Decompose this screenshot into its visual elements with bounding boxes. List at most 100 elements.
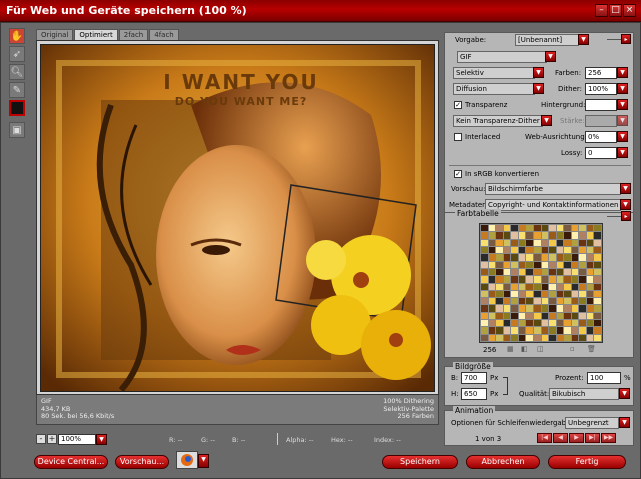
palette-swatch[interactable] — [586, 312, 594, 320]
palette-swatch[interactable] — [488, 246, 496, 254]
palette-swatch[interactable] — [586, 225, 594, 232]
palette-swatch[interactable] — [579, 268, 586, 276]
palette-swatch[interactable] — [549, 261, 556, 268]
format-dropdown-icon[interactable]: ▼ — [545, 51, 556, 62]
palette-swatch[interactable] — [564, 232, 571, 239]
palette-swatch[interactable] — [496, 283, 503, 290]
palette-swatch[interactable] — [571, 276, 579, 283]
websnap-field[interactable]: 0% — [585, 131, 617, 143]
palette-swatch[interactable] — [564, 305, 571, 312]
palette-swatch[interactable] — [556, 232, 564, 239]
color-palette-grid[interactable] — [479, 223, 603, 343]
palette-swatch[interactable] — [556, 327, 564, 334]
palette-swatch[interactable] — [496, 276, 503, 283]
map-color-icon[interactable]: ▦ — [507, 345, 514, 353]
palette-swatch[interactable] — [579, 225, 586, 232]
palette-swatch[interactable] — [518, 312, 526, 320]
palette-swatch[interactable] — [564, 334, 571, 341]
palette-swatch[interactable] — [511, 320, 518, 327]
palette-swatch[interactable] — [511, 290, 518, 298]
new-color-icon[interactable]: ▫ — [570, 345, 575, 353]
palette-swatch[interactable] — [496, 298, 503, 305]
palette-swatch[interactable] — [556, 276, 564, 283]
palette-swatch[interactable] — [481, 290, 488, 298]
palette-swatch[interactable] — [526, 261, 533, 268]
palette-swatch[interactable] — [571, 261, 579, 268]
cancel-button[interactable]: Abbrechen — [466, 455, 540, 469]
percent-field[interactable]: 100 — [587, 372, 621, 384]
palette-swatch[interactable] — [488, 327, 496, 334]
palette-swatch[interactable] — [579, 298, 586, 305]
palette-swatch[interactable] — [518, 290, 526, 298]
palette-swatch[interactable] — [533, 283, 541, 290]
palette-swatch[interactable] — [549, 305, 556, 312]
browser-dropdown-icon[interactable]: ▼ — [198, 454, 209, 468]
palette-swatch[interactable] — [511, 327, 518, 334]
dither-field[interactable]: 100% — [585, 83, 617, 95]
palette-swatch[interactable] — [481, 239, 488, 246]
palette-swatch[interactable] — [526, 225, 533, 232]
palette-swatch[interactable] — [564, 320, 571, 327]
eyedropper-tool-icon[interactable]: ✎ — [9, 82, 25, 98]
palette-swatch[interactable] — [518, 268, 526, 276]
palette-swatch[interactable] — [549, 254, 556, 261]
palette-swatch[interactable] — [481, 305, 488, 312]
palette-swatch[interactable] — [511, 232, 518, 239]
palette-swatch[interactable] — [541, 298, 549, 305]
palette-swatch[interactable] — [533, 225, 541, 232]
palette-swatch[interactable] — [579, 290, 586, 298]
palette-swatch[interactable] — [556, 246, 564, 254]
preview-mode-dropdown-icon[interactable]: ▼ — [620, 183, 631, 194]
palette-swatch[interactable] — [481, 298, 488, 305]
palette-swatch[interactable] — [579, 261, 586, 268]
palette-swatch[interactable] — [526, 305, 533, 312]
palette-swatch[interactable] — [579, 276, 586, 283]
palette-swatch[interactable] — [511, 261, 518, 268]
palette-swatch[interactable] — [586, 334, 594, 341]
palette-swatch[interactable] — [533, 305, 541, 312]
palette-swatch[interactable] — [488, 320, 496, 327]
palette-swatch[interactable] — [556, 254, 564, 261]
palette-swatch[interactable] — [496, 225, 503, 232]
palette-swatch[interactable] — [511, 254, 518, 261]
palette-swatch[interactable] — [571, 298, 579, 305]
palette-swatch[interactable] — [594, 334, 601, 341]
metadata-select[interactable]: Copyright- und Kontaktinformationen — [485, 199, 621, 211]
matte-dropdown-icon[interactable]: ▼ — [617, 99, 628, 110]
palette-swatch[interactable] — [594, 239, 601, 246]
palette-swatch[interactable] — [579, 305, 586, 312]
palette-swatch[interactable] — [533, 334, 541, 341]
palette-swatch[interactable] — [564, 312, 571, 320]
palette-swatch[interactable] — [488, 298, 496, 305]
transparency-dither-dropdown-icon[interactable]: ▼ — [541, 115, 552, 126]
palette-swatch[interactable] — [549, 312, 556, 320]
eyedropper-color-swatch[interactable] — [9, 100, 25, 116]
browser-icon[interactable] — [176, 451, 198, 469]
palette-swatch[interactable] — [488, 334, 496, 341]
palette-swatch[interactable] — [549, 320, 556, 327]
palette-swatch[interactable] — [518, 298, 526, 305]
palette-swatch[interactable] — [549, 290, 556, 298]
palette-swatch[interactable] — [503, 327, 511, 334]
interlaced-checkbox[interactable] — [454, 133, 462, 141]
palette-swatch[interactable] — [503, 312, 511, 320]
palette-swatch[interactable] — [488, 268, 496, 276]
palette-swatch[interactable] — [481, 283, 488, 290]
palette-swatch[interactable] — [503, 334, 511, 341]
palette-swatch[interactable] — [571, 283, 579, 290]
palette-swatch[interactable] — [481, 268, 488, 276]
palette-swatch[interactable] — [503, 246, 511, 254]
palette-swatch[interactable] — [481, 327, 488, 334]
palette-swatch[interactable] — [594, 320, 601, 327]
colors-dropdown-icon[interactable]: ▼ — [617, 67, 628, 78]
websnap-dropdown-icon[interactable]: ▼ — [617, 131, 628, 142]
lock-color-icon[interactable]: ◫ — [537, 345, 544, 353]
palette-swatch[interactable] — [526, 246, 533, 254]
palette-swatch[interactable] — [511, 246, 518, 254]
palette-swatch[interactable] — [503, 305, 511, 312]
palette-swatch[interactable] — [518, 334, 526, 341]
preview-mode-select[interactable]: Bildschirmfarbe — [485, 183, 621, 195]
palette-swatch[interactable] — [571, 232, 579, 239]
palette-swatch[interactable] — [511, 334, 518, 341]
palette-swatch[interactable] — [571, 327, 579, 334]
